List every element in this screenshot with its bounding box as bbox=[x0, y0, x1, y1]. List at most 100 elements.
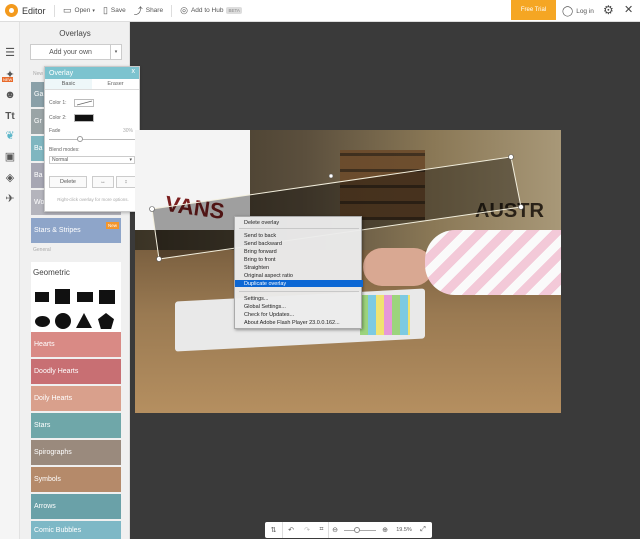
menu-item-global-settings[interactable]: Global Settings... bbox=[235, 303, 363, 310]
zoom-slider[interactable] bbox=[344, 526, 376, 533]
tab-eraser[interactable]: Eraser bbox=[92, 79, 139, 89]
zoom-knob[interactable] bbox=[354, 526, 361, 533]
menu-item-bring-forward[interactable]: Bring forward bbox=[235, 248, 363, 255]
dialog-header: Overlay x bbox=[45, 67, 139, 79]
flip-horizontal-button[interactable]: ↔ bbox=[92, 176, 114, 188]
tile-label: Spirographs bbox=[34, 449, 72, 456]
seasonal-icon[interactable]: ✈ bbox=[3, 191, 17, 205]
menu-item-check-updates[interactable]: Check for Updates... bbox=[235, 311, 363, 318]
oval-shape[interactable] bbox=[35, 316, 50, 327]
menu-item-delete-overlay[interactable]: Delete overlay bbox=[235, 219, 363, 226]
menu-item-send-to-back[interactable]: Send to back bbox=[235, 232, 363, 239]
delete-button[interactable]: Delete bbox=[49, 176, 87, 188]
slider-knob[interactable] bbox=[77, 136, 83, 142]
fullscreen-icon[interactable]: ⤢ bbox=[417, 522, 429, 538]
tile-label: Stars & Stripes bbox=[34, 227, 81, 234]
triangle-shape[interactable] bbox=[76, 313, 92, 328]
close-icon[interactable]: ✕ bbox=[624, 3, 633, 16]
overlay-tile[interactable]: Arrows bbox=[31, 494, 121, 519]
new-ribbon: New bbox=[105, 222, 119, 229]
tile-label: Doodly Hearts bbox=[34, 368, 79, 375]
close-icon[interactable]: x bbox=[132, 68, 136, 75]
divider bbox=[54, 4, 55, 17]
blend-mode-select[interactable]: Normal bbox=[49, 156, 135, 164]
login-button[interactable]: ◯ Log in bbox=[562, 0, 594, 22]
menu-item-original-aspect-ratio[interactable]: Original aspect ratio bbox=[235, 272, 363, 279]
folder-icon: ▭ bbox=[63, 5, 72, 15]
pentagon-shape[interactable] bbox=[98, 313, 114, 329]
hub-icon: ◎ bbox=[180, 5, 188, 15]
geometric-label: Geometric bbox=[33, 268, 70, 277]
share-button[interactable]: ⤴ Share bbox=[130, 0, 167, 22]
resize-handle[interactable] bbox=[508, 154, 514, 160]
overlay-tile[interactable]: Stars bbox=[31, 413, 121, 438]
free-trial-button[interactable]: Free Trial bbox=[511, 0, 556, 20]
overlay-tile[interactable]: Hearts bbox=[31, 332, 121, 357]
rectangle-shape[interactable] bbox=[35, 292, 49, 302]
menu-separator bbox=[239, 291, 359, 292]
square-shape[interactable] bbox=[99, 290, 115, 304]
chevron-down-icon[interactable]: ▾ bbox=[110, 45, 121, 59]
add-to-hub-button[interactable]: ◎ Add to Hub BETA bbox=[176, 0, 246, 22]
overlay-tile[interactable]: Spirographs bbox=[31, 440, 121, 465]
overlay-tile[interactable]: Doily Hearts bbox=[31, 386, 121, 411]
flip-vertical-button[interactable]: ↕ bbox=[116, 176, 136, 188]
blend-label: Blend modes: bbox=[49, 147, 80, 153]
frame-icon[interactable]: ▣ bbox=[3, 149, 17, 163]
rectangle-shape[interactable] bbox=[77, 292, 93, 302]
photo-colored-keys bbox=[360, 295, 410, 335]
zoom-out-icon[interactable]: ⊖ bbox=[329, 522, 341, 538]
open-button[interactable]: ▭ Open ▾ bbox=[59, 0, 99, 22]
tab-basic[interactable]: Basic bbox=[45, 79, 92, 89]
butterfly-icon[interactable]: ❦ bbox=[3, 128, 17, 142]
context-menu: Delete overlay Send to back Send backwar… bbox=[234, 216, 363, 329]
menu-item-settings[interactable]: Settings... bbox=[235, 295, 363, 302]
adjust-icon[interactable]: ☰ bbox=[3, 45, 17, 59]
dialog-hint: Right-click overlay for more options. bbox=[57, 197, 129, 202]
face-icon[interactable]: ☻ bbox=[3, 88, 17, 102]
fade-slider[interactable] bbox=[49, 136, 137, 142]
fade-label: Fade bbox=[49, 128, 61, 134]
text-icon[interactable]: Tt bbox=[3, 109, 17, 123]
logo-icon bbox=[5, 4, 18, 17]
dialog-tabs: Basic Eraser bbox=[45, 79, 139, 90]
overlay-tile[interactable]: Doodly Hearts bbox=[31, 359, 121, 384]
resize-handle[interactable] bbox=[149, 206, 155, 212]
save-button[interactable]: ▯ Save bbox=[99, 0, 130, 22]
layers-icon[interactable]: ⇅ bbox=[265, 522, 283, 538]
fade-value: 30% bbox=[123, 128, 134, 134]
color1-label: Color 1: bbox=[49, 100, 67, 106]
tile-label: Ga bbox=[34, 91, 44, 98]
undo-icon[interactable]: ↶ bbox=[283, 522, 299, 538]
tile-label: Ba bbox=[34, 145, 43, 152]
app-name: Editor bbox=[22, 5, 46, 16]
redo-icon[interactable]: ↷ bbox=[299, 522, 315, 538]
app-logo[interactable]: Editor bbox=[0, 0, 50, 22]
gear-icon[interactable]: ⚙ bbox=[603, 3, 614, 17]
new-badge: NEW bbox=[2, 77, 14, 82]
menu-item-bring-to-front[interactable]: Bring to front bbox=[235, 256, 363, 263]
zoom-in-icon[interactable]: ⊕ bbox=[379, 522, 391, 538]
tile-label: Arrows bbox=[34, 503, 56, 510]
stars-stripes-tile[interactable]: Stars & Stripes New bbox=[31, 218, 121, 243]
share-label: Share bbox=[145, 7, 164, 14]
overlay-tile[interactable]: Comic Bubbles bbox=[31, 521, 121, 539]
color1-swatch[interactable] bbox=[74, 99, 94, 107]
menu-item-straighten[interactable]: Straighten bbox=[235, 264, 363, 271]
crop-icon[interactable]: ⌗ bbox=[315, 522, 329, 538]
square-shape[interactable] bbox=[55, 289, 70, 304]
tool-rail: ☰ ✦ NEW ☻ Tt ❦ ▣ ◈ ✈ bbox=[0, 22, 20, 539]
add-your-own-button[interactable]: Add your own ▾ bbox=[30, 44, 122, 60]
color2-swatch[interactable] bbox=[74, 114, 94, 122]
color2-label: Color 2: bbox=[49, 115, 67, 121]
overlay-tile[interactable]: Symbols bbox=[31, 467, 121, 492]
circle-shape[interactable] bbox=[55, 313, 71, 329]
rotate-handle[interactable] bbox=[328, 173, 334, 179]
menu-item-about-flash[interactable]: About Adobe Flash Player 23.0.0.162... bbox=[235, 319, 363, 326]
resize-handle[interactable] bbox=[156, 256, 162, 262]
resize-handle[interactable] bbox=[518, 204, 524, 210]
menu-item-duplicate-overlay[interactable]: Duplicate overlay bbox=[235, 280, 363, 287]
texture-icon[interactable]: ◈ bbox=[3, 170, 17, 184]
menu-item-send-backward[interactable]: Send backward bbox=[235, 240, 363, 247]
add-your-own-label: Add your own bbox=[49, 48, 92, 56]
